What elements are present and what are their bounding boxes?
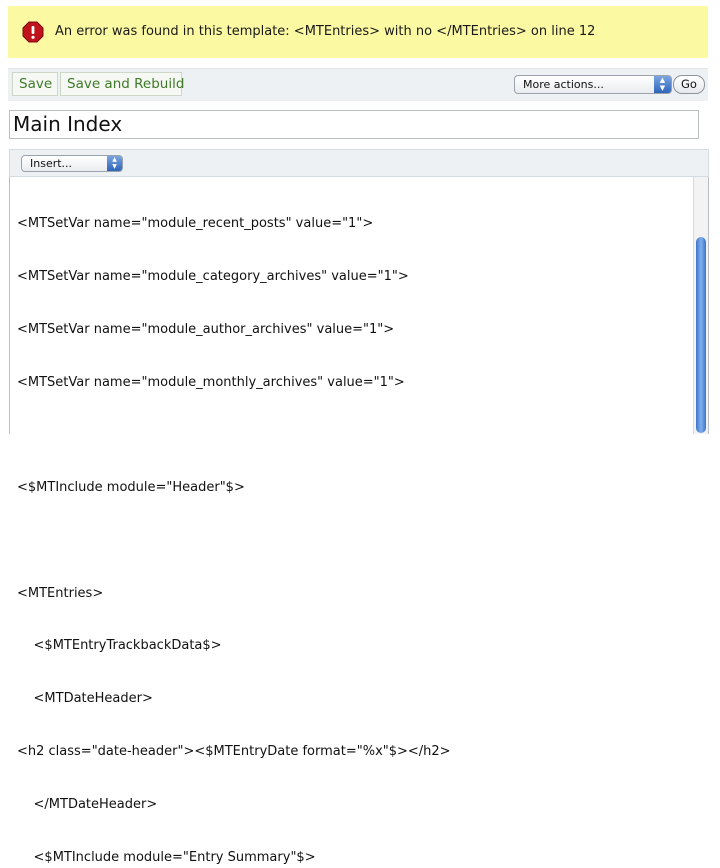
scrollbar-thumb[interactable] — [696, 237, 706, 433]
code-text: <MTSetVar name="module_recent_posts" val… — [17, 180, 687, 868]
editor-toolbar: Insert... ▲ ▼ — [9, 149, 709, 177]
template-toolbar: Save Save and Rebuild More actions... ▲ ▼… — [8, 68, 708, 101]
save-and-rebuild-button[interactable]: Save and Rebuild — [60, 72, 184, 96]
more-actions-value: More actions... — [523, 78, 604, 91]
go-button[interactable]: Go — [673, 75, 705, 94]
select-updown-icon: ▲ ▼ — [654, 76, 671, 93]
code-line: <MTSetVar name="module_monthly_archives"… — [17, 374, 405, 390]
code-line: <h2 class="date-header"><$MTEntryDate fo… — [17, 744, 451, 759]
code-line: <$MTEntryTrackbackData$> — [17, 638, 222, 654]
error-stop-icon — [22, 21, 44, 43]
code-line: <$MTInclude module="Header"$> — [17, 480, 245, 496]
template-code-editor[interactable]: <MTSetVar name="module_recent_posts" val… — [9, 177, 709, 865]
code-line: <MTEntries> — [17, 585, 104, 601]
save-button[interactable]: Save — [12, 72, 58, 96]
insert-select-value: Insert... — [30, 157, 73, 170]
select-updown-icon: ▲ ▼ — [107, 156, 122, 171]
code-line: <MTSetVar name="module_author_archives" … — [17, 321, 395, 337]
code-line: <MTSetVar name="module_recent_posts" val… — [17, 216, 374, 232]
insert-select[interactable]: Insert... ▲ ▼ — [21, 155, 123, 172]
code-line: <$MTInclude module="Entry Summary"$> — [17, 849, 316, 865]
code-line: <MTSetVar name="module_category_archives… — [17, 268, 409, 284]
error-message: An error was found in this template: <MT… — [55, 24, 596, 39]
editor-scrollbar[interactable] — [693, 177, 708, 434]
code-line: </MTDateHeader> — [17, 796, 158, 812]
template-name-input[interactable]: Main Index — [9, 110, 699, 139]
error-banner: An error was found in this template: <MT… — [8, 6, 708, 58]
more-actions-select[interactable]: More actions... ▲ ▼ — [514, 75, 672, 94]
code-line: <MTDateHeader> — [17, 691, 153, 707]
